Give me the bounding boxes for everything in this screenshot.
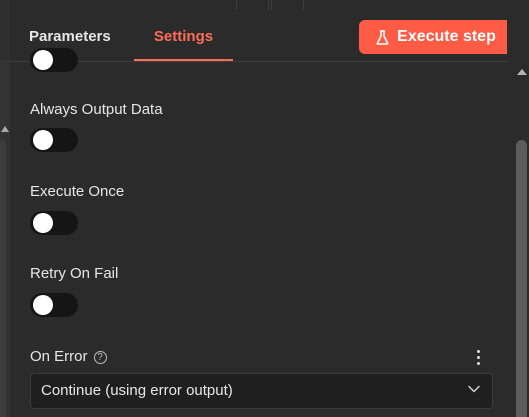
toggle-knob (33, 213, 53, 233)
settings-panel: Parameters Settings Execute step Always … (10, 0, 513, 417)
left-scrollbar[interactable] (0, 140, 6, 417)
execute-once-label: Execute Once (30, 183, 125, 200)
node-settings-window: Parameters Settings Execute step Always … (0, 0, 529, 417)
divider (268, 0, 269, 10)
on-error-selected-value: Continue (using error output) (41, 382, 233, 399)
flask-icon (376, 29, 389, 45)
right-edge (507, 0, 529, 62)
help-icon[interactable]: ? (93, 351, 107, 364)
tab-settings[interactable]: Settings (134, 14, 233, 61)
divider (303, 0, 304, 10)
execute-step-button[interactable]: Execute step (359, 20, 513, 54)
left-gutter (0, 0, 10, 417)
scrollbar[interactable] (514, 62, 529, 417)
always-output-data-toggle[interactable] (30, 128, 78, 152)
toggle-partial[interactable] (30, 48, 78, 72)
collapse-caret-icon[interactable] (1, 126, 9, 132)
divider (236, 0, 237, 10)
toggle-knob (33, 130, 53, 150)
always-output-data-label: Always Output Data (30, 101, 163, 118)
more-options-icon[interactable] (473, 349, 485, 367)
execute-once-toggle[interactable] (30, 211, 78, 235)
panel-top-edge (10, 0, 507, 10)
toggle-knob (33, 295, 53, 315)
scroll-up-icon[interactable] (517, 69, 527, 75)
left-gutter-top (0, 0, 10, 60)
on-error-label-text: On Error (30, 348, 88, 365)
scrollbar-thumb[interactable] (516, 140, 527, 417)
settings-content: Always Output Data Execute Once Retry On… (10, 48, 507, 417)
on-error-select[interactable]: Continue (using error output) (30, 373, 493, 409)
execute-step-label: Execute step (397, 28, 496, 45)
retry-on-fail-label: Retry On Fail (30, 265, 119, 282)
chevron-down-icon (468, 385, 480, 393)
on-error-label: On Error? (30, 348, 107, 365)
divider (271, 0, 272, 10)
toggle-knob (33, 50, 53, 70)
retry-on-fail-toggle[interactable] (30, 293, 78, 317)
